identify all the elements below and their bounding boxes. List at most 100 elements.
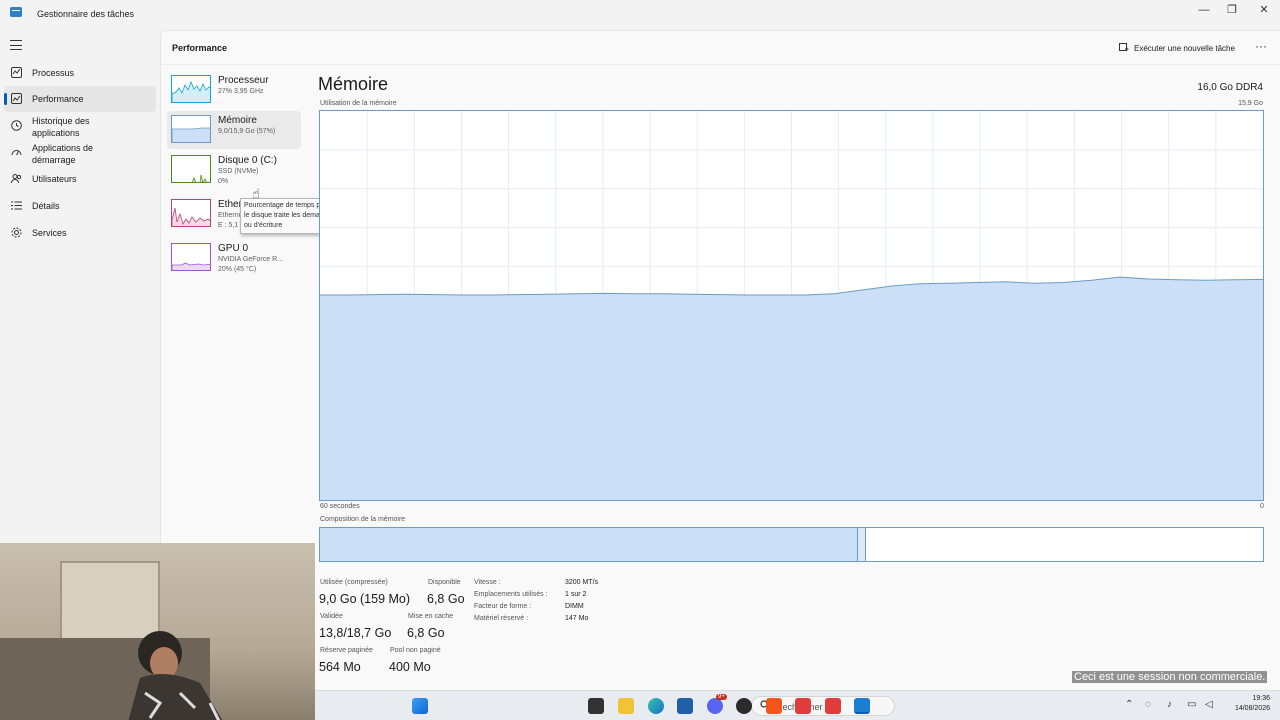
clock-time: 19:36 (1252, 695, 1270, 702)
title-bar: Gestionnaire des tâches — ❐ ✕ (0, 0, 1280, 30)
webcam-overlay (0, 543, 315, 720)
sidebar-item-label: Utilisateurs (32, 174, 77, 184)
sidebar-item-startup-apps[interactable]: Applications de démarrage (4, 140, 156, 166)
committed-value: 13,8/18,7 Go (319, 626, 392, 640)
resource-item-gpu[interactable]: GPU 0 NVIDIA GeForce R... 20% (45 °C) (167, 239, 301, 277)
clock-date: 14/08/2026 (1234, 705, 1270, 712)
memory-usage-label: Utilisation de la mémoire (320, 100, 397, 107)
committed-label: Validée (320, 613, 343, 620)
composition-modified[interactable] (858, 528, 866, 561)
run-task-label: Exécuter une nouvelle tâche (1134, 43, 1235, 53)
time-axis-label: 60 secondes (320, 503, 360, 510)
resource-detail: NVIDIA GeForce R... (218, 256, 283, 263)
composition-label: Composition de la mémoire (320, 516, 406, 523)
hamburger-menu-icon[interactable] (10, 40, 22, 50)
composition-in-use[interactable] (320, 528, 858, 561)
sidebar-item-performance[interactable]: Performance (4, 86, 156, 112)
resource-detail: SSD (NVMe) (218, 168, 259, 175)
resource-item-disk[interactable]: Disque 0 (C:) SSD (NVMe) 0% (167, 151, 301, 189)
main-header: Performance Exécuter une nouvelle tâche … (161, 31, 1280, 65)
history-icon (10, 119, 22, 131)
brave-icon[interactable] (766, 698, 782, 714)
memory-spec: 16,0 Go DDR4 (1197, 82, 1263, 93)
sidebar-item-label: Historique des applications (32, 116, 90, 138)
form-factor-value: DIMM (565, 603, 584, 610)
memory-usage-graph (319, 110, 1264, 501)
details-icon (10, 199, 22, 211)
available-label: Disponible (428, 579, 461, 586)
disk-thumbnail (171, 155, 211, 183)
resource-name: Processeur (218, 75, 269, 86)
sidebar-item-label: Services (32, 228, 67, 238)
time-axis-zero: 0 (1260, 503, 1264, 510)
processes-icon (10, 66, 22, 78)
hand-cursor-icon: ☝ (252, 186, 260, 201)
watermark: Ceci est une session non commerciale. (1072, 671, 1268, 683)
speed-label: Vitesse : (474, 579, 501, 586)
microphone-icon[interactable]: ♪ (1167, 699, 1172, 710)
used-value: 9,0 Go (159 Mo) (319, 592, 411, 606)
cpu-thumbnail (171, 75, 211, 103)
memory-usage-chart (320, 111, 1264, 500)
memory-max-label: 15,9 Go (1238, 100, 1263, 107)
sidebar: Processus Performance Historique des app… (0, 30, 160, 542)
taskbar: Rechercher 9+ ⌃ ◌ ♪ ▭ ◁ (315, 690, 1280, 720)
sidebar-item-app-history[interactable]: Historique des applications (4, 113, 156, 139)
sidebar-item-services[interactable]: Services (4, 220, 156, 246)
paged-pool-value: 564 Mo (319, 660, 361, 674)
page-title: Performance (172, 43, 228, 53)
performance-icon (10, 92, 22, 104)
task-manager-icon (10, 7, 22, 17)
sidebar-item-label: Processus (32, 68, 75, 78)
memory-composition-bar[interactable] (319, 527, 1264, 562)
start-icon[interactable] (412, 698, 428, 714)
sidebar-item-processes[interactable]: Processus (4, 60, 156, 86)
close-button[interactable]: ✕ (1248, 0, 1280, 20)
window-title: Gestionnaire des tâches (37, 9, 135, 19)
resource-detail: 0% (218, 178, 229, 185)
resource-item-cpu[interactable]: Processeur 27% 3,95 GHz (167, 71, 301, 109)
used-label: Utilisée (compressée) (320, 579, 388, 586)
maximize-button[interactable]: ❐ (1216, 0, 1248, 20)
obs-icon[interactable] (736, 698, 752, 714)
reserved-label: Matériel réservé : (474, 615, 529, 622)
gpu-thumbnail (171, 243, 211, 271)
network-icon[interactable]: ▭ (1187, 699, 1196, 710)
taskbar-clock[interactable]: 19:36 14/08/2026 (1222, 694, 1270, 714)
resource-item-memory[interactable]: Mémoire 9,0/15,9 Go (57%) (167, 111, 301, 149)
available-value: 6,8 Go (427, 592, 465, 606)
cached-label: Mise en cache (408, 613, 454, 620)
sidebar-item-users[interactable]: Utilisateurs (4, 166, 156, 192)
reserved-value: 147 Mo (565, 615, 589, 622)
volume-icon[interactable]: ◁ (1205, 699, 1213, 710)
resource-name: GPU 0 (218, 243, 249, 254)
services-icon (10, 226, 22, 238)
nonpaged-pool-label: Pool non paginé (390, 647, 441, 654)
resource-detail: 27% 3,95 GHz (218, 88, 264, 95)
resource-detail: E : 5,1 (218, 222, 239, 229)
sidebar-item-details[interactable]: Détails (4, 193, 156, 219)
resource-name: Disque 0 (C:) (218, 155, 277, 166)
slots-label: Emplacements utilisés : (474, 591, 548, 598)
ethernet-thumbnail (171, 199, 211, 227)
speed-value: 3200 MT/s (565, 579, 599, 586)
file-explorer-icon[interactable] (618, 698, 634, 714)
store-icon[interactable] (677, 698, 693, 714)
sidebar-item-label: Détails (32, 201, 60, 211)
edge-icon[interactable] (648, 698, 664, 714)
webcam-person (128, 631, 223, 720)
more-options-button[interactable]: ··· (1255, 39, 1267, 53)
run-new-task-button[interactable]: Exécuter une nouvelle tâche (1119, 41, 1235, 55)
resource-name: Mémoire (218, 115, 257, 126)
discord-icon[interactable] (707, 698, 723, 714)
task-manager-icon[interactable] (854, 698, 870, 714)
anydesk-icon[interactable] (825, 698, 841, 714)
eye-slash-icon[interactable]: ◌ (1145, 699, 1151, 710)
anydesk-icon[interactable] (795, 698, 811, 714)
discord-badge: 9+ (716, 694, 727, 700)
chevron-up-icon[interactable]: ⌃ (1125, 699, 1133, 710)
users-icon (10, 172, 22, 184)
terminal-icon[interactable] (588, 698, 604, 714)
sidebar-item-label: Applications de démarrage (32, 143, 94, 165)
resource-detail: 9,0/15,9 Go (57%) (218, 128, 276, 135)
